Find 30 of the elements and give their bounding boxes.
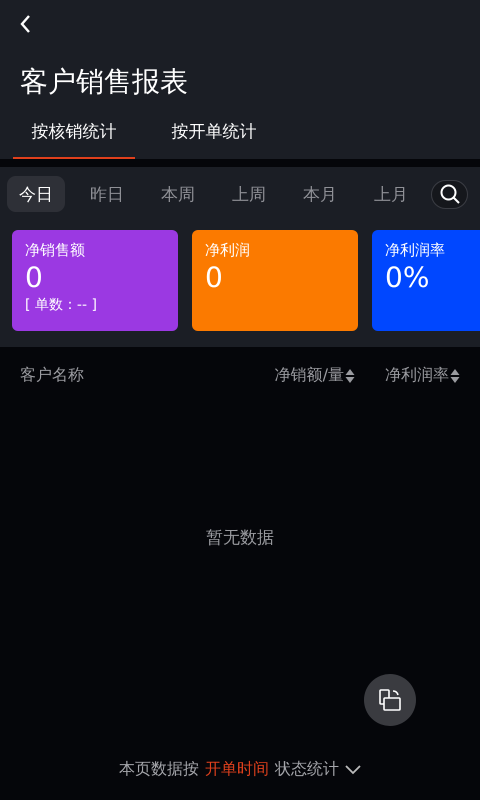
card-value: 0: [205, 260, 223, 296]
floating-button[interactable]: [364, 674, 416, 726]
tab[interactable]: 按开单统计: [153, 112, 275, 159]
sort-icon[interactable]: [345, 368, 355, 384]
search-icon[interactable]: [438, 183, 460, 205]
period-tab[interactable]: 昨日: [78, 176, 136, 212]
stat-mode-link[interactable]: 开单时间: [205, 759, 269, 780]
chevron-down-icon[interactable]: [345, 764, 361, 774]
card-value: 0: [25, 260, 43, 296]
period-tab[interactable]: 本月: [291, 176, 349, 212]
search-button[interactable]: [431, 180, 468, 208]
page-title: 客户销售报表: [20, 64, 189, 100]
column-header[interactable]: 净利润率: [385, 365, 449, 386]
period-tab[interactable]: 上月: [362, 176, 420, 212]
card-label: 净利润: [205, 240, 250, 260]
empty-message: 暂无数据: [206, 527, 274, 549]
sort-icon[interactable]: [450, 368, 460, 384]
footer-text: 本页数据按: [119, 759, 199, 780]
period-tab[interactable]: 今日: [7, 176, 65, 212]
period-tab[interactable]: 上周: [220, 176, 278, 212]
column-header[interactable]: 净销额/量: [274, 365, 344, 386]
card-label: 净利润率: [385, 240, 445, 260]
card-label: 净销售额: [25, 240, 85, 260]
period-tab[interactable]: 本周: [149, 176, 207, 212]
column-header: 客户名称: [20, 365, 84, 386]
back-icon[interactable]: [19, 14, 31, 34]
card-value: 0%: [385, 260, 430, 296]
footer-text: 状态统计: [275, 759, 339, 780]
card-note: [ 单数：-- ]: [25, 296, 97, 314]
rotate-screen-icon[interactable]: [378, 688, 402, 712]
